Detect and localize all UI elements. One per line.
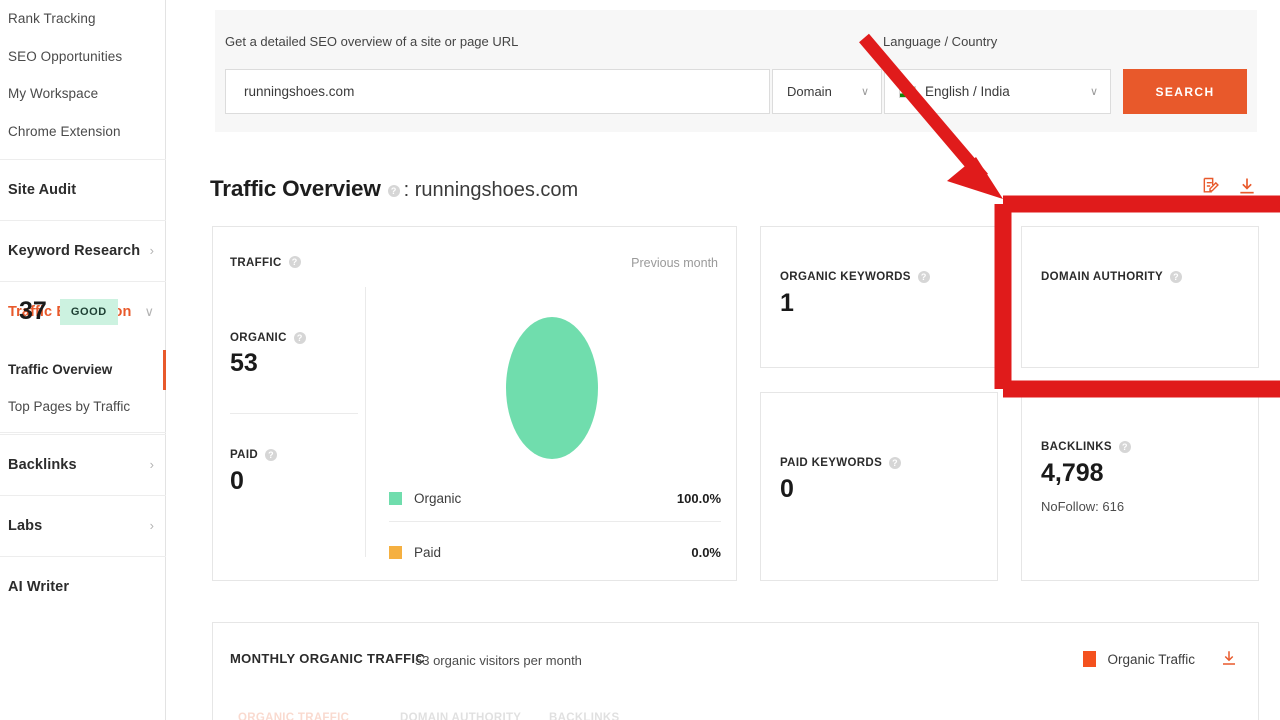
paid-keywords-value: 0 (780, 475, 794, 504)
sidebar-section-label: Backlinks (8, 457, 77, 473)
sidebar-section-ai-writer[interactable]: AI Writer (0, 556, 166, 616)
tab-domain-authority[interactable]: DOMAIN AUTHORITY (400, 712, 521, 720)
organic-keywords-title: ORGANIC KEYWORDS? (780, 271, 930, 283)
chevron-down-icon: ∨ (144, 305, 154, 318)
sidebar: Rank Tracking SEO Opportunities My Works… (0, 0, 166, 720)
info-icon[interactable]: ? (1170, 271, 1182, 283)
sidebar-item-traffic-overview[interactable]: Traffic Overview (8, 362, 112, 377)
sidebar-divider (0, 432, 166, 433)
domain-authority-value: 37 (19, 297, 47, 326)
chevron-down-icon: ∨ (1090, 85, 1098, 98)
sidebar-active-indicator (163, 350, 166, 390)
language-country-label: Language / Country (883, 34, 997, 49)
legend-swatch-organic-traffic (1083, 651, 1096, 667)
domain-authority-value-row: 37 GOOD (19, 297, 118, 326)
legend-percent: 100.0% (677, 491, 721, 506)
traffic-card-title: TRAFFIC? (230, 257, 301, 269)
sidebar-item-my-workspace[interactable]: My Workspace (8, 86, 98, 101)
organic-keywords-card: ORGANIC KEYWORDS? 1 (760, 226, 998, 368)
sidebar-item-chrome-extension[interactable]: Chrome Extension (8, 124, 121, 139)
paid-value: 0 (230, 467, 244, 496)
organic-label: ORGANIC? (230, 332, 306, 344)
backlinks-value: 4,798 (1041, 459, 1104, 488)
monthly-organic-traffic-title: MONTHLY ORGANIC TRAFFIC (230, 651, 425, 666)
sidebar-item-top-pages-by-traffic[interactable]: Top Pages by Traffic (8, 399, 130, 414)
info-icon[interactable]: ? (918, 271, 930, 283)
legend-label: Organic (414, 491, 461, 506)
traffic-pie-chart (506, 317, 598, 459)
divider (230, 413, 358, 414)
sidebar-section-label: Site Audit (8, 182, 76, 198)
sidebar-section-label: Labs (8, 518, 42, 534)
sidebar-section-backlinks[interactable]: Backlinks › (0, 434, 166, 494)
tab-backlinks[interactable]: BACKLINKS (549, 712, 619, 720)
status-badge: GOOD (60, 299, 118, 325)
page-title: Traffic Overview (210, 176, 381, 202)
language-country-select[interactable]: English / India ∨ (884, 69, 1111, 114)
legend-divider (389, 521, 721, 522)
paid-keywords-card: PAID KEYWORDS? 0 (760, 392, 998, 581)
legend-label: Paid (414, 545, 441, 560)
info-icon[interactable]: ? (265, 449, 277, 461)
chevron-right-icon: › (150, 519, 154, 532)
chevron-right-icon: › (150, 458, 154, 471)
organic-keywords-value: 1 (780, 289, 794, 318)
monthly-organic-traffic-subtitle: 53 organic visitors per month (415, 653, 582, 668)
chevron-right-icon: › (150, 244, 154, 257)
legend-percent: 0.0% (691, 545, 721, 560)
download-icon[interactable] (1220, 649, 1238, 667)
tab-organic-traffic[interactable]: ORGANIC TRAFFIC (238, 712, 349, 720)
sidebar-section-label: AI Writer (8, 579, 69, 595)
legend-swatch-paid (389, 546, 402, 559)
paid-keywords-title: PAID KEYWORDS? (780, 457, 901, 469)
search-button[interactable]: SEARCH (1123, 69, 1247, 114)
domain-authority-card: DOMAIN AUTHORITY? (1021, 226, 1259, 368)
sidebar-section-labs[interactable]: Labs › (0, 495, 166, 555)
legend-label: Organic Traffic (1107, 652, 1195, 667)
info-icon[interactable]: ? (294, 332, 306, 344)
search-type-value: Domain (787, 84, 832, 99)
monthly-organic-traffic-legend: Organic Traffic (1083, 651, 1195, 667)
domain-authority-title: DOMAIN AUTHORITY? (1041, 271, 1182, 283)
page-title-row: Traffic Overview ? : runningshoes.com (210, 176, 578, 202)
page-subject: : runningshoes.com (404, 179, 579, 202)
legend-item-paid: Paid 0.0% (389, 539, 721, 565)
notes-edit-icon[interactable] (1201, 176, 1221, 196)
search-input-value: runningshoes.com (244, 84, 354, 99)
vertical-divider (365, 287, 366, 557)
monthly-organic-traffic-card: MONTHLY ORGANIC TRAFFIC 53 organic visit… (212, 622, 1259, 720)
seo-dashboard-screen: Rank Tracking SEO Opportunities My Works… (0, 0, 1280, 720)
organic-value: 53 (230, 349, 258, 378)
backlinks-nofollow: NoFollow: 616 (1041, 499, 1124, 514)
language-country-value: English / India (925, 84, 1090, 99)
search-type-select[interactable]: Domain ∨ (772, 69, 882, 114)
legend-swatch-organic (389, 492, 402, 505)
search-input[interactable]: runningshoes.com (225, 69, 770, 114)
search-panel: Get a detailed SEO overview of a site or… (215, 10, 1257, 132)
search-hint-label: Get a detailed SEO overview of a site or… (225, 34, 518, 49)
backlinks-title: BACKLINKS? (1041, 441, 1131, 453)
sidebar-item-seo-opportunities[interactable]: SEO Opportunities (8, 49, 122, 64)
sidebar-section-site-audit[interactable]: Site Audit (0, 159, 166, 219)
sidebar-section-label: Keyword Research (8, 243, 140, 259)
traffic-card: TRAFFIC? Previous month ORGANIC? 53 PAID… (212, 226, 737, 581)
traffic-period-label: Previous month (631, 256, 718, 270)
download-icon[interactable] (1237, 176, 1257, 196)
paid-label: PAID? (230, 449, 277, 461)
india-flag-icon (899, 86, 916, 98)
info-icon[interactable]: ? (289, 256, 301, 268)
info-icon[interactable]: ? (1119, 441, 1131, 453)
legend-item-organic: Organic 100.0% (389, 485, 721, 511)
info-icon[interactable]: ? (889, 457, 901, 469)
chevron-down-icon: ∨ (861, 85, 869, 98)
backlinks-card: BACKLINKS? 4,798 NoFollow: 616 (1021, 392, 1259, 581)
info-icon[interactable]: ? (388, 185, 400, 197)
sidebar-section-keyword-research[interactable]: Keyword Research › (0, 220, 166, 280)
title-action-icons (1201, 176, 1257, 196)
sidebar-item-rank-tracking[interactable]: Rank Tracking (8, 11, 96, 26)
